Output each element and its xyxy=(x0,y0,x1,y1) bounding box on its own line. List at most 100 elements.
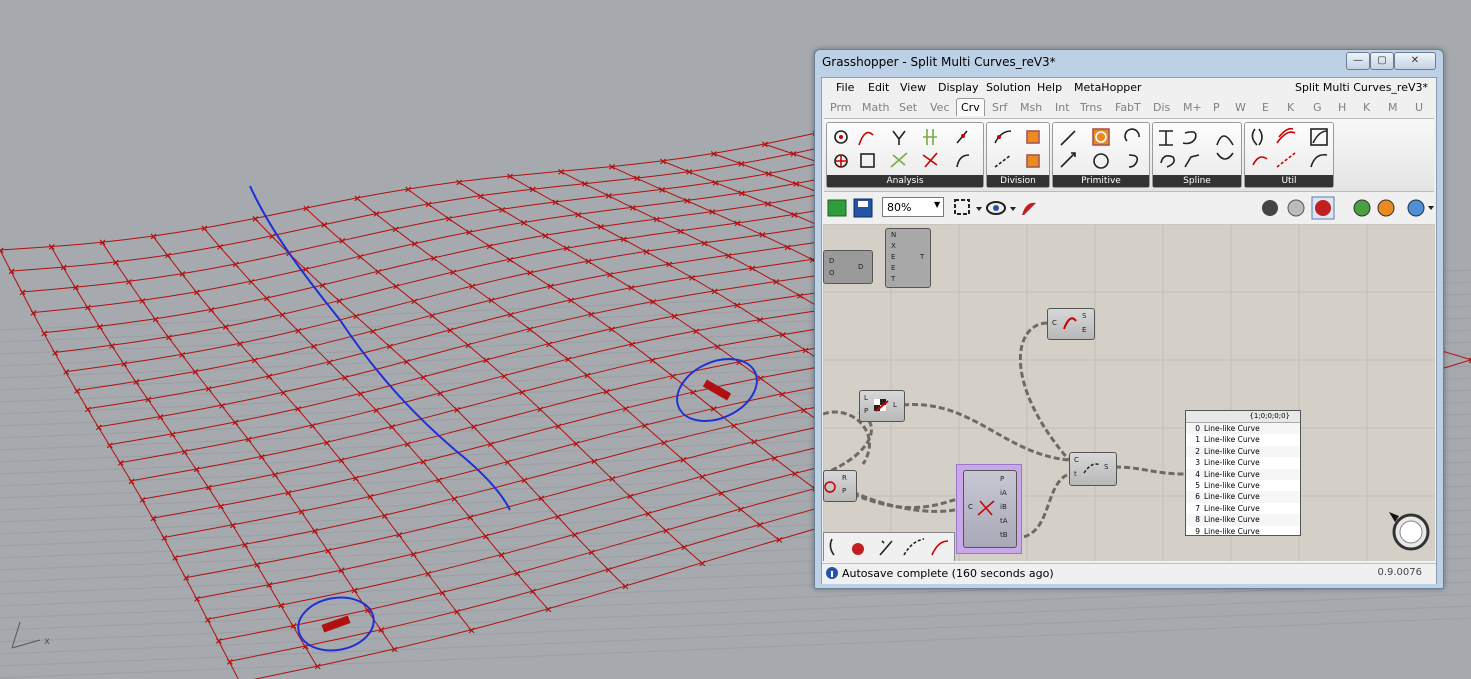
intersection-point-marker: × xyxy=(419,457,427,468)
node-g[interactable]: C P iA iB tA tB xyxy=(963,470,1017,548)
tab-int[interactable]: Int xyxy=(1055,101,1070,114)
tab-vec[interactable]: Vec xyxy=(930,101,950,114)
node-d[interactable]: L P L xyxy=(859,390,905,422)
tab-set[interactable]: Set xyxy=(899,101,917,114)
list-item-index: 3 xyxy=(1195,458,1200,468)
intersection-point-marker: × xyxy=(40,328,48,339)
list-item: 2 Line-like Curve xyxy=(1186,445,1300,458)
material-icon[interactable] xyxy=(1377,199,1395,217)
tab-u[interactable]: U xyxy=(1415,101,1423,114)
intersection-point-marker: × xyxy=(676,226,684,237)
menu-display[interactable]: Display xyxy=(938,81,979,94)
shaded-icon[interactable] xyxy=(1287,199,1305,217)
tab-prm[interactable]: Prm xyxy=(830,101,851,114)
node-e[interactable]: R P xyxy=(823,470,857,502)
intersection-point-marker: × xyxy=(424,569,432,580)
util-icons[interactable] xyxy=(1245,123,1333,175)
grasshopper-canvas[interactable]: D O D N X E E T T C S E L P L R P C t S … xyxy=(823,224,1435,561)
globe-icon[interactable] xyxy=(1407,199,1425,217)
intersection-point-marker: × xyxy=(178,350,186,361)
intersection-point-marker: × xyxy=(658,185,666,196)
intersection-point-marker: × xyxy=(665,260,673,271)
tab-fabt[interactable]: FabT xyxy=(1115,101,1141,114)
zoom-extents-icon[interactable] xyxy=(954,199,970,215)
list-item: 4 Line-like Curve xyxy=(1186,468,1300,480)
intersection-point-marker: × xyxy=(127,476,135,487)
menu-solution[interactable]: Solution xyxy=(986,81,1031,94)
document-name: Split Multi Curves_reV3* xyxy=(1294,81,1428,94)
minimize-button[interactable]: — xyxy=(1346,52,1370,70)
intersection-point-marker: × xyxy=(627,283,635,294)
maximize-button[interactable]: ▢ xyxy=(1370,52,1394,70)
tab-crv[interactable]: Crv xyxy=(956,98,985,116)
intersection-point-marker: × xyxy=(271,470,279,481)
tab-k[interactable]: K xyxy=(1287,101,1294,114)
canvas-wire xyxy=(1114,465,1186,476)
intersection-point-marker: × xyxy=(117,458,125,469)
intersection-point-marker: × xyxy=(1468,355,1471,366)
intersection-point-marker: × xyxy=(520,218,528,229)
intersection-point-marker: × xyxy=(467,625,475,636)
node-f[interactable]: C t S xyxy=(1069,452,1117,486)
tab-w[interactable]: W xyxy=(1235,101,1246,114)
tab-mplus[interactable]: M+ xyxy=(1183,101,1202,114)
navigation-compass[interactable] xyxy=(1389,510,1433,554)
intersection-point-marker: × xyxy=(7,267,15,278)
tab-g[interactable]: G xyxy=(1313,101,1322,114)
zoom-dropdown-icon[interactable]: ▼ xyxy=(934,200,940,209)
wireframe-icon[interactable] xyxy=(1262,200,1278,216)
tab-math[interactable]: Math xyxy=(862,101,890,114)
tab-msh[interactable]: Msh xyxy=(1020,101,1042,114)
intersection-point-marker: × xyxy=(662,526,670,537)
node-b-input-n: N xyxy=(891,231,897,239)
bake-icon[interactable] xyxy=(1353,199,1371,217)
tab-h[interactable]: H xyxy=(1338,101,1346,114)
close-button[interactable]: ✕ xyxy=(1394,52,1436,70)
open-icon[interactable] xyxy=(827,199,847,217)
tab-k2[interactable]: K xyxy=(1363,101,1370,114)
intersection-point-marker: × xyxy=(792,179,800,190)
selected-preview-icon[interactable] xyxy=(1315,200,1331,216)
intersection-point-marker: × xyxy=(156,412,164,423)
intersection-point-marker: × xyxy=(29,308,37,319)
menu-metahopper[interactable]: MetaHopper xyxy=(1074,81,1142,94)
intersection-point-marker: × xyxy=(436,389,444,400)
intersection-point-marker: × xyxy=(391,224,399,235)
menu-view[interactable]: View xyxy=(900,81,926,94)
panel-spline: Spline xyxy=(1152,122,1242,188)
intersection-point-marker: × xyxy=(537,494,545,505)
intersection-point-marker: × xyxy=(372,209,380,220)
primitive-icons[interactable] xyxy=(1053,123,1149,175)
menu-edit[interactable]: Edit xyxy=(868,81,889,94)
checker-icon xyxy=(874,399,889,412)
menu-file[interactable]: File xyxy=(836,81,854,94)
list-item-index: 2 xyxy=(1195,446,1200,456)
intersection-point-marker: × xyxy=(410,296,418,307)
intersection-point-marker: × xyxy=(507,310,515,321)
node-b[interactable]: N X E E T T xyxy=(885,228,931,288)
node-c[interactable]: C S E xyxy=(1047,308,1095,340)
grasshopper-window[interactable]: Grasshopper - Split Multi Curves_reV3* —… xyxy=(814,49,1444,589)
tab-trns[interactable]: Trns xyxy=(1080,101,1102,114)
widget-icons[interactable] xyxy=(824,533,954,561)
tab-srf[interactable]: Srf xyxy=(992,101,1007,114)
shatter-icon xyxy=(1083,463,1101,474)
menu-help[interactable]: Help xyxy=(1037,81,1062,94)
canvas-toolbar: 80% ▼ xyxy=(822,192,1436,224)
division-icons[interactable] xyxy=(987,123,1049,175)
intersection-point-marker: × xyxy=(430,254,438,265)
tab-p[interactable]: P xyxy=(1213,101,1220,114)
output-panel[interactable]: {1;0;0;0;0} 0 Line-like Curve 1 Line-like C… xyxy=(1185,410,1301,536)
tab-e[interactable]: E xyxy=(1262,101,1269,114)
spline-icons[interactable] xyxy=(1153,123,1241,175)
intersection-point-marker: × xyxy=(251,214,259,225)
intersection-point-marker: × xyxy=(200,224,208,235)
node-f-input-t: t xyxy=(1074,470,1077,478)
intersection-point-marker: × xyxy=(649,297,657,308)
tab-dis[interactable]: Dis xyxy=(1153,101,1170,114)
tab-m[interactable]: M xyxy=(1388,101,1398,114)
node-a[interactable]: D O D xyxy=(823,250,873,284)
sketch-icon[interactable] xyxy=(1022,202,1036,215)
surface-curve-v[interactable] xyxy=(305,207,702,564)
analysis-icons[interactable] xyxy=(827,123,983,175)
